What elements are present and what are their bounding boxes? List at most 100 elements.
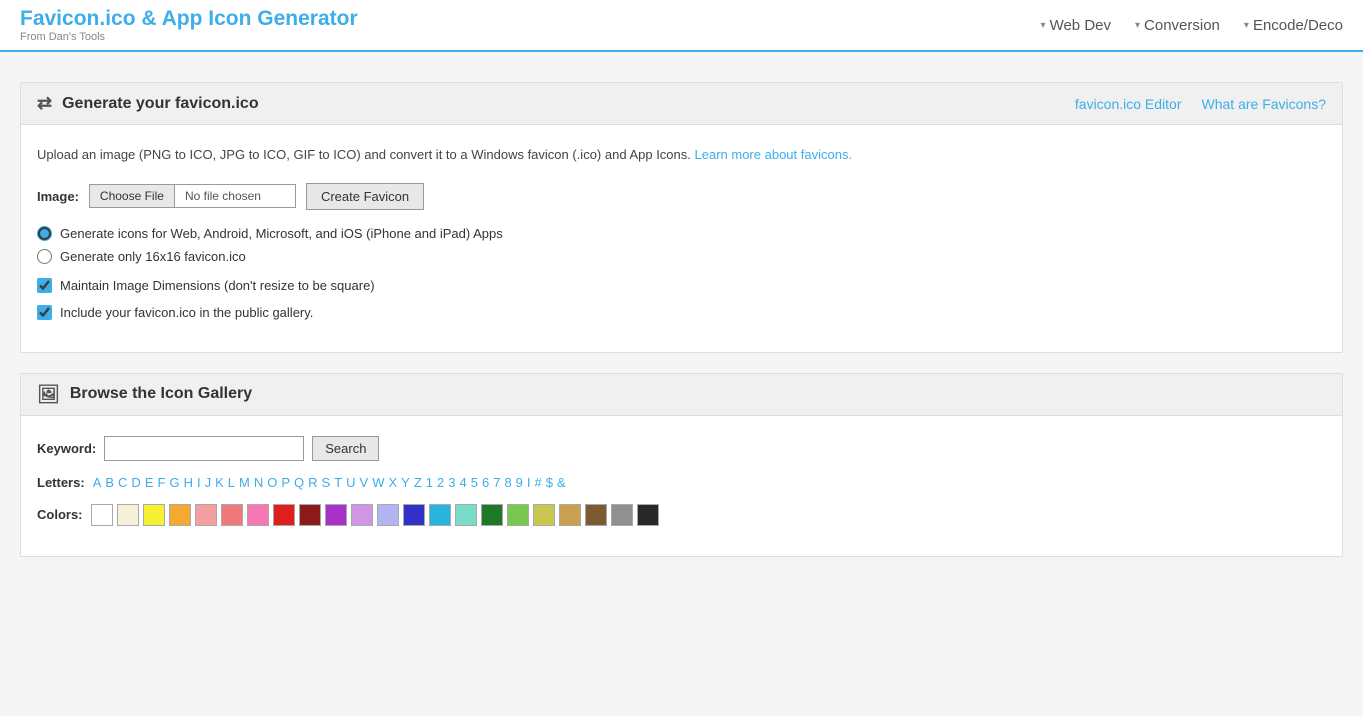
color-swatch-11[interactable] [377,504,399,526]
letter-link-T[interactable]: T [334,475,342,490]
letter-link-J[interactable]: J [205,475,212,490]
letter-link-P[interactable]: P [281,475,290,490]
color-swatch-15[interactable] [481,504,503,526]
letter-link-K[interactable]: K [215,475,224,490]
color-swatch-19[interactable] [585,504,607,526]
header: Favicon.ico & App Icon Generator From Da… [0,0,1363,52]
color-swatch-12[interactable] [403,504,425,526]
what-are-favicons-link[interactable]: What are Favicons? [1202,96,1327,112]
gallery-section: 🖼 Browse the Icon Gallery Keyword: Searc… [20,373,1343,557]
color-swatch-13[interactable] [429,504,451,526]
image-label: Image: [37,189,79,204]
letter-link-R[interactable]: R [308,475,317,490]
letter-link-8[interactable]: 8 [504,475,511,490]
letter-link-G[interactable]: G [169,475,179,490]
letter-link-C[interactable]: C [118,475,127,490]
main-content: ⇄ Generate your favicon.ico favicon.ico … [0,52,1363,607]
keyword-input[interactable] [104,436,304,461]
color-swatch-18[interactable] [559,504,581,526]
gallery-section-body: Keyword: Search Letters: ABCDEFGHIJKLMNO… [21,416,1342,556]
letter-link-N[interactable]: N [254,475,263,490]
color-swatch-5[interactable] [221,504,243,526]
letter-link-4[interactable]: 4 [460,475,467,490]
color-swatch-1[interactable] [117,504,139,526]
favicon-icon: ⇄ [37,93,52,114]
site-title[interactable]: Favicon.ico & App Icon Generator [20,7,1041,31]
checkbox-include-gallery-input[interactable] [37,305,52,320]
radio-16x16[interactable] [37,249,52,264]
radio-all-icons[interactable] [37,226,52,241]
radio-16x16-label: Generate only 16x16 favicon.ico [60,249,246,264]
color-swatch-2[interactable] [143,504,165,526]
checkbox-maintain-dimensions: Maintain Image Dimensions (don't resize … [37,278,1326,293]
letter-link-B[interactable]: B [105,475,114,490]
keyword-label: Keyword: [37,441,96,456]
letter-link-L[interactable]: L [228,475,235,490]
nav-conversion-label: Conversion [1144,17,1220,34]
color-swatch-14[interactable] [455,504,477,526]
file-chosen-text: No file chosen [175,185,295,207]
letter-link-3[interactable]: 3 [448,475,455,490]
nav-conversion[interactable]: ▾ Conversion [1135,17,1220,34]
letter-link-O[interactable]: O [267,475,277,490]
checkbox-include-gallery: Include your favicon.ico in the public g… [37,305,1326,320]
letter-link-1[interactable]: 1 [426,475,433,490]
search-button[interactable]: Search [312,436,379,461]
letter-link-U[interactable]: U [346,475,355,490]
color-swatch-4[interactable] [195,504,217,526]
color-swatch-7[interactable] [273,504,295,526]
letter-link-F[interactable]: F [157,475,165,490]
letter-link-$[interactable]: $ [546,475,553,490]
letters-label: Letters: [37,475,85,490]
letter-link-5[interactable]: 5 [471,475,478,490]
checkbox-include-gallery-label: Include your favicon.ico in the public g… [60,305,313,320]
letter-link-W[interactable]: W [372,475,384,490]
nav-web-dev-label: Web Dev [1050,17,1111,34]
radio-all-icons-label: Generate icons for Web, Android, Microso… [60,226,503,241]
checkbox-maintain-dimensions-input[interactable] [37,278,52,293]
color-swatch-16[interactable] [507,504,529,526]
favicon-editor-link[interactable]: favicon.ico Editor [1075,96,1182,112]
letter-link-X[interactable]: X [389,475,398,490]
color-swatch-20[interactable] [611,504,633,526]
letter-link-Y[interactable]: Y [401,475,410,490]
favicon-description: Upload an image (PNG to ICO, JPG to ICO,… [37,145,1326,165]
icon-type-radio-group: Generate icons for Web, Android, Microso… [37,226,1326,264]
choose-file-button[interactable]: Choose File [90,185,175,207]
create-favicon-button[interactable]: Create Favicon [306,183,424,210]
letter-link-9[interactable]: 9 [516,475,523,490]
site-subtitle: From Dan's Tools [20,31,1041,43]
nav-encode-deco[interactable]: ▾ Encode/Deco [1244,17,1343,34]
letter-link-M[interactable]: M [239,475,250,490]
letter-link-H[interactable]: H [184,475,193,490]
letter-link-I[interactable]: I [197,475,201,490]
letter-link-E[interactable]: E [145,475,154,490]
letter-link-D[interactable]: D [131,475,140,490]
color-swatch-21[interactable] [637,504,659,526]
letter-link-2[interactable]: 2 [437,475,444,490]
learn-more-link[interactable]: Learn more about favicons. [695,147,853,162]
color-swatch-8[interactable] [299,504,321,526]
favicon-section: ⇄ Generate your favicon.ico favicon.ico … [20,82,1343,353]
letter-link-Z[interactable]: Z [414,475,422,490]
favicon-header-left: ⇄ Generate your favicon.ico [37,93,259,114]
color-swatch-9[interactable] [325,504,347,526]
letter-link-#[interactable]: # [535,475,542,490]
letter-link-&[interactable]: & [557,475,566,490]
color-swatch-17[interactable] [533,504,555,526]
letter-link-A[interactable]: A [93,475,102,490]
letter-link-I[interactable]: I [527,475,531,490]
color-swatch-10[interactable] [351,504,373,526]
letter-link-6[interactable]: 6 [482,475,489,490]
favicon-section-header: ⇄ Generate your favicon.ico favicon.ico … [21,83,1342,125]
letter-link-Q[interactable]: Q [294,475,304,490]
radio-option-2: Generate only 16x16 favicon.ico [37,249,1326,264]
color-swatch-0[interactable] [91,504,113,526]
letter-link-V[interactable]: V [360,475,369,490]
color-swatch-3[interactable] [169,504,191,526]
color-swatch-6[interactable] [247,504,269,526]
letter-link-S[interactable]: S [322,475,331,490]
nav-web-dev[interactable]: ▾ Web Dev [1041,17,1111,34]
letter-link-7[interactable]: 7 [493,475,500,490]
main-nav: ▾ Web Dev ▾ Conversion ▾ Encode/Deco [1041,17,1343,34]
